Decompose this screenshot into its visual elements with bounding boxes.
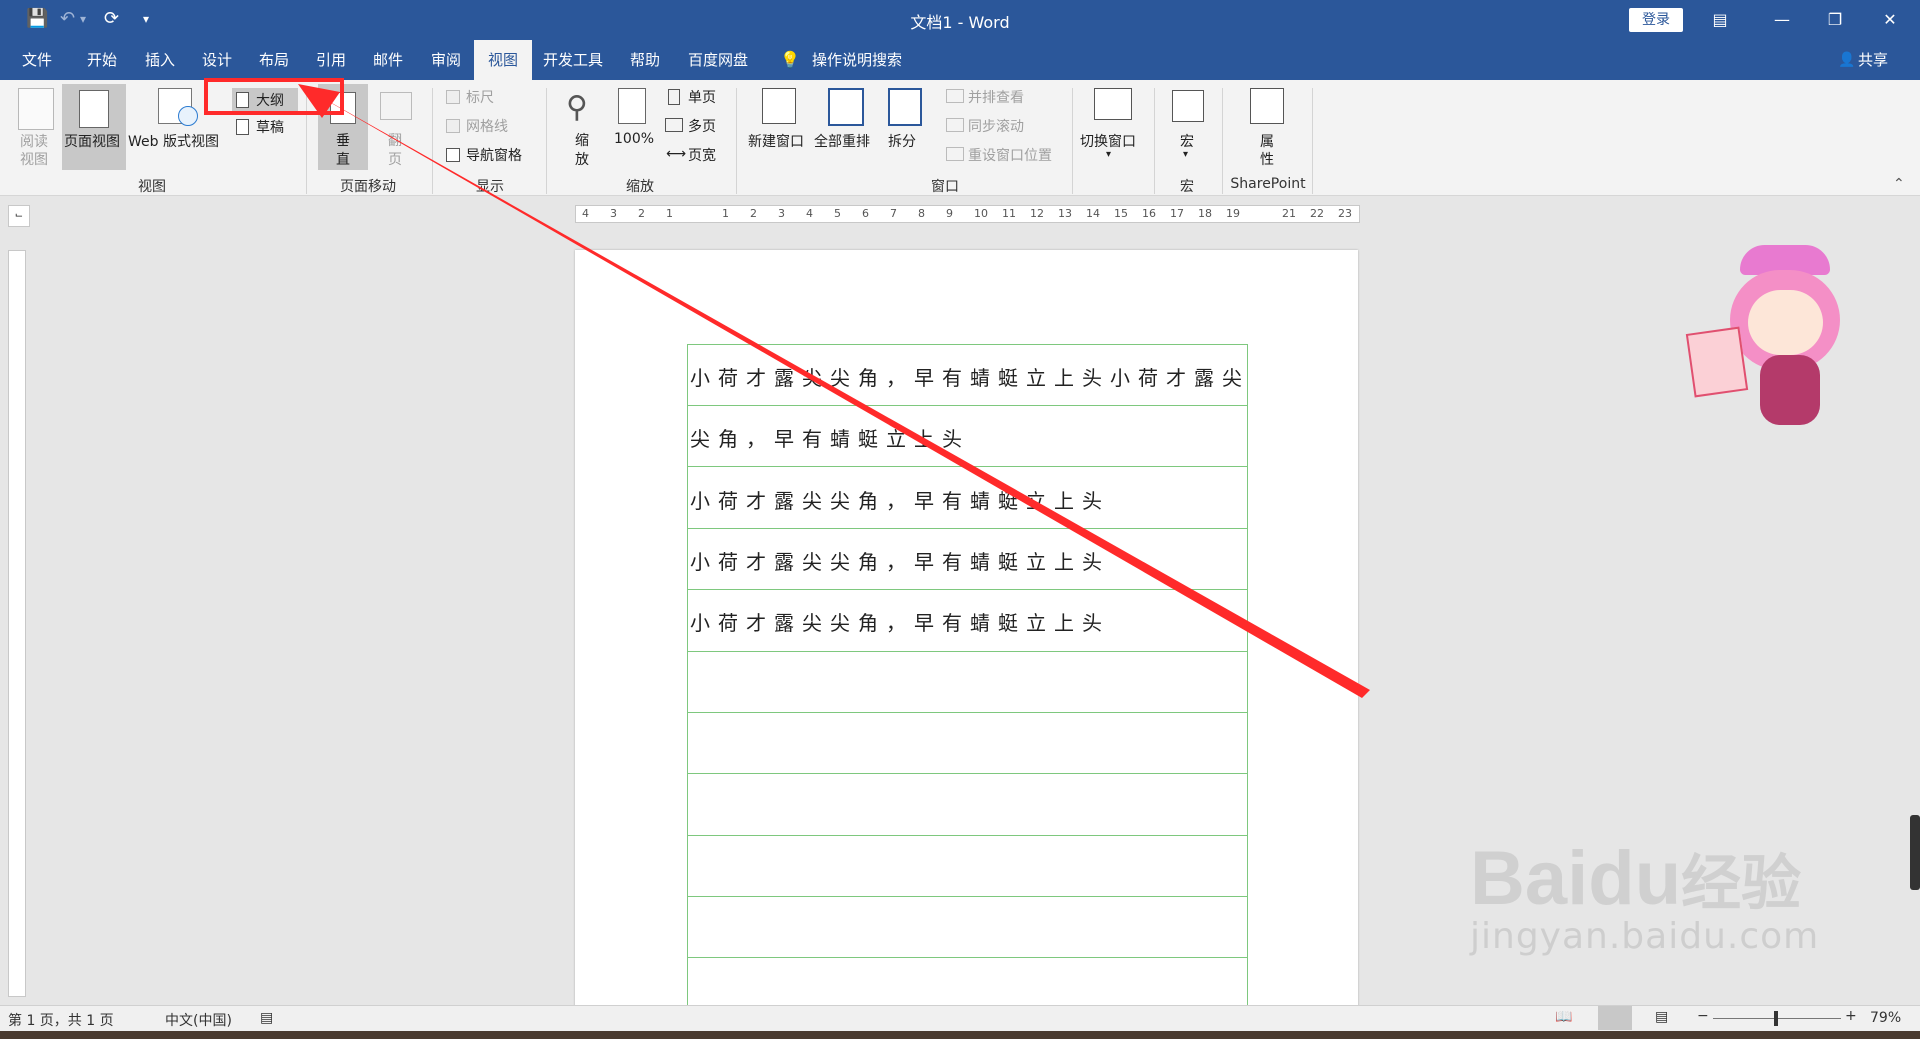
print-layout-view-button[interactable] [1598, 1006, 1632, 1030]
language-indicator[interactable]: 中文(中国) [165, 1010, 232, 1030]
status-bar: 第 1 页，共 1 页 中文(中国) ▤ 📖 ▤ − + 79% [0, 1005, 1920, 1032]
watermark-logo: Bai [1470, 836, 1589, 921]
arrow-shaft [300, 85, 1370, 698]
baidu-watermark: Baidu经验 jingyan.baidu.com [1470, 835, 1819, 957]
scrollbar-thumb[interactable] [1910, 815, 1920, 890]
zoom-in-button[interactable]: + [1845, 1008, 1857, 1024]
arrow-head [298, 84, 340, 118]
watermark-logo-3: 经验 [1681, 849, 1802, 919]
watermark-logo-2: du [1588, 836, 1682, 921]
macro-record-icon[interactable]: ▤ [260, 1010, 273, 1026]
zoom-slider-thumb[interactable] [1774, 1011, 1779, 1026]
taskbar-strip [0, 1031, 1920, 1039]
zoom-level[interactable]: 79% [1870, 1010, 1901, 1026]
page-info[interactable]: 第 1 页，共 1 页 [8, 1010, 114, 1030]
web-layout-view-icon[interactable]: ▤ [1655, 1009, 1668, 1025]
watermark-url: jingyan.baidu.com [1470, 916, 1820, 957]
zoom-out-button[interactable]: − [1697, 1008, 1709, 1024]
read-mode-view-icon[interactable]: 📖 [1555, 1009, 1572, 1025]
